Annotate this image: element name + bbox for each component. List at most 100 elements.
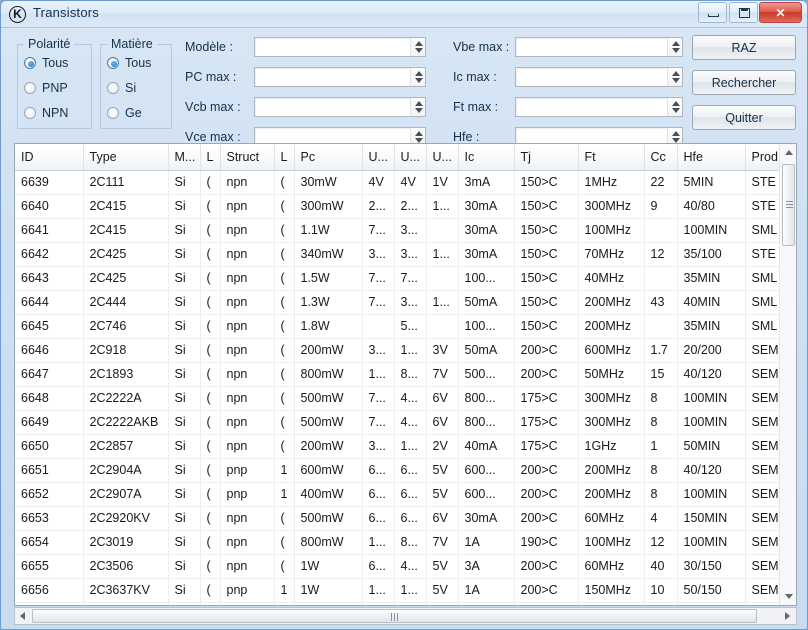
rechercher-button[interactable]: Rechercher xyxy=(692,70,796,95)
table-row[interactable]: 66412C415Si(npn(1.1W7...3...30mA150>C100… xyxy=(15,218,779,242)
radio-matiere-si[interactable]: Si xyxy=(101,76,171,101)
cell-id: 6652 xyxy=(15,482,83,506)
vbe-max-input[interactable] xyxy=(516,38,667,56)
vertical-scrollbar[interactable] xyxy=(779,144,796,605)
cell-u: 4V xyxy=(394,170,426,194)
table-row[interactable]: 66422C425Si(npn(340mW3...3...1...30mA150… xyxy=(15,242,779,266)
table-row[interactable]: 66402C415Si(npn(300mW2...2...1...30mA150… xyxy=(15,194,779,218)
column-header-15[interactable]: Prod xyxy=(745,144,779,170)
triangle-down-icon xyxy=(785,594,793,599)
scroll-left-button[interactable] xyxy=(15,608,31,624)
cell-u: 6... xyxy=(394,458,426,482)
horizontal-scroll-thumb[interactable] xyxy=(32,609,757,623)
table-row[interactable]: 66532C2920KVSi(npn(500mW6...6...6V30mA20… xyxy=(15,506,779,530)
cell-struct: npn xyxy=(220,194,274,218)
cell-cc: 8 xyxy=(644,410,677,434)
spinner-arrows-icon[interactable] xyxy=(667,98,682,116)
column-header-9[interactable]: U... xyxy=(426,144,458,170)
cell-u: 3... xyxy=(394,290,426,314)
column-header-4[interactable]: Struct xyxy=(220,144,274,170)
cell-ft: 200MHz xyxy=(578,458,644,482)
cell-tj: 150>C xyxy=(514,218,578,242)
radio-polarite-tous[interactable]: Tous xyxy=(18,51,91,76)
column-header-13[interactable]: Cc xyxy=(644,144,677,170)
spinner-arrows-icon[interactable] xyxy=(410,68,425,86)
ft-max-input[interactable] xyxy=(516,98,667,116)
table-row[interactable]: 66522C2907ASi(pnp1400mW6...6...5V600...2… xyxy=(15,482,779,506)
cell-u: 6... xyxy=(362,458,394,482)
pc-max-field[interactable] xyxy=(254,67,426,87)
table-row[interactable]: 66492C2222AKBSi(npn(500mW7...4...6V800..… xyxy=(15,410,779,434)
table-row[interactable]: 66502C2857Si(npn(200mW3...1...2V40mA175>… xyxy=(15,434,779,458)
cell-type: 2C2857 xyxy=(83,434,168,458)
table-row[interactable]: 66542C3019Si(npn(800mW1...8...7V1A190>C1… xyxy=(15,530,779,554)
table-row[interactable]: 66432C425Si(npn(1.5W7...7...100...150>C4… xyxy=(15,266,779,290)
column-header-2[interactable]: M... xyxy=(168,144,200,170)
table-row[interactable]: 66572C3866ASi(npn(5W5...3...3V400...200>… xyxy=(15,602,779,605)
close-button[interactable]: ✕ xyxy=(759,2,802,23)
cell-ic: 800... xyxy=(458,410,514,434)
cell-l: ( xyxy=(200,290,220,314)
cell-tj: 175>C xyxy=(514,386,578,410)
column-header-8[interactable]: U... xyxy=(394,144,426,170)
table-row[interactable]: 66452C746Si(npn(1.8W5...100...150>C200MH… xyxy=(15,314,779,338)
spinner-arrows-icon[interactable] xyxy=(410,98,425,116)
table-row[interactable]: 66562C3637KVSi(pnp11W1...1...5V1A200>C15… xyxy=(15,578,779,602)
quitter-button[interactable]: Quitter xyxy=(692,105,796,130)
radio-matiere-ge[interactable]: Ge xyxy=(101,101,171,126)
table-row[interactable]: 66512C2904ASi(pnp1600mW6...6...5V600...2… xyxy=(15,458,779,482)
cell-prod: STE xyxy=(745,170,779,194)
raz-button[interactable]: RAZ xyxy=(692,35,796,60)
spinner-arrows-icon[interactable] xyxy=(667,38,682,56)
modele-field[interactable] xyxy=(254,37,426,57)
column-header-10[interactable]: Ic xyxy=(458,144,514,170)
ic-max-field[interactable] xyxy=(515,67,683,87)
cell-m: Si xyxy=(168,578,200,602)
vertical-scroll-thumb[interactable] xyxy=(782,164,795,246)
maximize-button[interactable] xyxy=(729,2,758,23)
modele-input[interactable] xyxy=(255,38,410,56)
cell-m: Si xyxy=(168,242,200,266)
polarite-group: Polarité Tous PNP NPN xyxy=(17,37,92,129)
radio-icon xyxy=(24,82,36,94)
column-header-11[interactable]: Tj xyxy=(514,144,578,170)
cell-ic: 100... xyxy=(458,266,514,290)
scroll-right-button[interactable] xyxy=(780,608,796,624)
cell-ic: 1A xyxy=(458,578,514,602)
column-header-1[interactable]: Type xyxy=(83,144,168,170)
table-row[interactable]: 66442C444Si(npn(1.3W7...3...1...50mA150>… xyxy=(15,290,779,314)
column-header-0[interactable]: ID xyxy=(15,144,83,170)
table-row[interactable]: 66392C111Si(npn(30mW4V4V1V3mA150>C1MHz22… xyxy=(15,170,779,194)
minimize-button[interactable] xyxy=(698,2,727,23)
column-header-14[interactable]: Hfe xyxy=(677,144,745,170)
pc-max-input[interactable] xyxy=(255,68,410,86)
spinner-arrows-icon[interactable] xyxy=(410,38,425,56)
radio-matiere-tous[interactable]: Tous xyxy=(101,51,171,76)
column-header-7[interactable]: U... xyxy=(362,144,394,170)
label-vbe-max: Vbe max : xyxy=(453,40,509,54)
grip-icon xyxy=(391,613,399,621)
column-header-6[interactable]: Pc xyxy=(294,144,362,170)
spinner-arrows-icon[interactable] xyxy=(667,68,682,86)
column-header-3[interactable]: L xyxy=(200,144,220,170)
table-row[interactable]: 66472C1893Si(npn(800mW1...8...7V500...20… xyxy=(15,362,779,386)
table-row[interactable]: 66482C2222ASi(npn(500mW7...4...6V800...1… xyxy=(15,386,779,410)
cell-m: Si xyxy=(168,194,200,218)
title-bar: K Transistors ✕ xyxy=(1,1,807,28)
vcb-max-input[interactable] xyxy=(255,98,410,116)
vbe-max-field[interactable] xyxy=(515,37,683,57)
ft-max-field[interactable] xyxy=(515,97,683,117)
vcb-max-field[interactable] xyxy=(254,97,426,117)
table-row[interactable]: 66552C3506Si(npn(1W6...4...5V3A200>C60MH… xyxy=(15,554,779,578)
column-header-5[interactable]: L xyxy=(274,144,294,170)
scroll-down-button[interactable] xyxy=(780,588,797,605)
radio-label: NPN xyxy=(42,106,68,120)
radio-polarite-npn[interactable]: NPN xyxy=(18,101,91,126)
radio-polarite-pnp[interactable]: PNP xyxy=(18,76,91,101)
scroll-up-button[interactable] xyxy=(780,144,797,161)
ic-max-input[interactable] xyxy=(516,68,667,86)
column-header-12[interactable]: Ft xyxy=(578,144,644,170)
table-row[interactable]: 66462C918Si(npn(200mW3...1...3V50mA200>C… xyxy=(15,338,779,362)
radio-icon xyxy=(107,82,119,94)
horizontal-scrollbar[interactable] xyxy=(14,607,797,625)
